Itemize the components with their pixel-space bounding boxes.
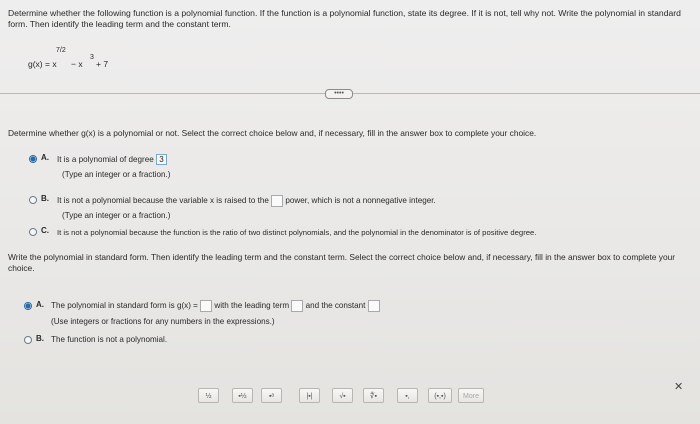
choice-letter: B. <box>36 334 44 343</box>
choice-b-label: It is not a polynomial because the varia… <box>57 196 269 206</box>
choice-letter: A. <box>36 300 44 309</box>
standard-form-answer-box[interactable] <box>200 300 213 312</box>
choice-letter: B. <box>41 194 49 203</box>
choice-a-label: It is a polynomial of degree <box>57 155 154 164</box>
choice-b-label-2: power, which is not a nonnegative intege… <box>285 196 436 206</box>
absolute-value-button[interactable]: |▪| <box>299 388 320 403</box>
exponent-button[interactable]: ▪ᵃ <box>261 388 282 403</box>
function-lhs: g(x) = x <box>28 59 57 69</box>
power-answer-box[interactable] <box>271 195 284 207</box>
radio-b[interactable] <box>24 336 32 344</box>
choice-a-hint: (Use integers or fractions for any numbe… <box>51 317 275 326</box>
mixed-number-button[interactable]: ▪½ <box>232 388 253 403</box>
choice-a-text: The polynomial in standard form is g(x) … <box>51 300 380 312</box>
expand-button[interactable]: •••• <box>325 89 353 99</box>
choice-b-hint: (Type an integer or a fraction.) <box>62 211 171 220</box>
part1-prompt: Determine whether g(x) is a polynomial o… <box>8 128 537 138</box>
exponent-3: 3 <box>90 54 94 61</box>
comma-button[interactable]: ▪, <box>397 388 418 403</box>
function-term-3: + 7 <box>96 59 109 69</box>
radio-b[interactable] <box>29 196 37 204</box>
choice-b-text: The function is not a polynomial. <box>51 335 168 344</box>
leading-term-label: with the leading term <box>214 301 290 311</box>
radio-a-selected[interactable] <box>29 155 37 163</box>
homework-page: Determine whether the following function… <box>0 0 700 424</box>
exponent-fraction: 7/2 <box>56 47 66 54</box>
fraction-button[interactable]: ½ <box>198 388 219 403</box>
radio-c[interactable] <box>29 228 37 236</box>
choice-letter: C. <box>41 226 49 235</box>
choice-a-hint: (Type an integer or a fraction.) <box>62 170 171 179</box>
radio-a-selected[interactable] <box>24 302 32 310</box>
degree-answer-box[interactable]: 3 <box>155 154 167 166</box>
choice-a-text: It is a polynomial of degree 3 <box>57 154 167 166</box>
question-text: Determine whether the following function… <box>8 8 681 29</box>
ordered-pair-button[interactable]: (▪,▪) <box>428 388 452 403</box>
close-icon[interactable]: ✕ <box>674 380 683 393</box>
square-root-button[interactable]: √▪ <box>332 388 353 403</box>
constant-answer-box[interactable] <box>367 300 380 312</box>
choice-b-text: It is not a polynomial because the varia… <box>57 195 436 207</box>
choice-c-text: It is not a polynomial because the funct… <box>57 228 537 237</box>
more-button[interactable]: More <box>458 388 484 403</box>
part2-prompt: Write the polynomial in standard form. T… <box>8 252 676 273</box>
constant-label: and the constant <box>305 301 366 311</box>
leading-term-answer-box[interactable] <box>291 300 304 312</box>
choice-letter: A. <box>41 153 49 162</box>
standard-form-label: The polynomial in standard form is g(x) … <box>51 301 198 311</box>
nth-root-button[interactable]: ∜▪ <box>363 388 384 403</box>
function-term-2: − x <box>71 59 83 69</box>
